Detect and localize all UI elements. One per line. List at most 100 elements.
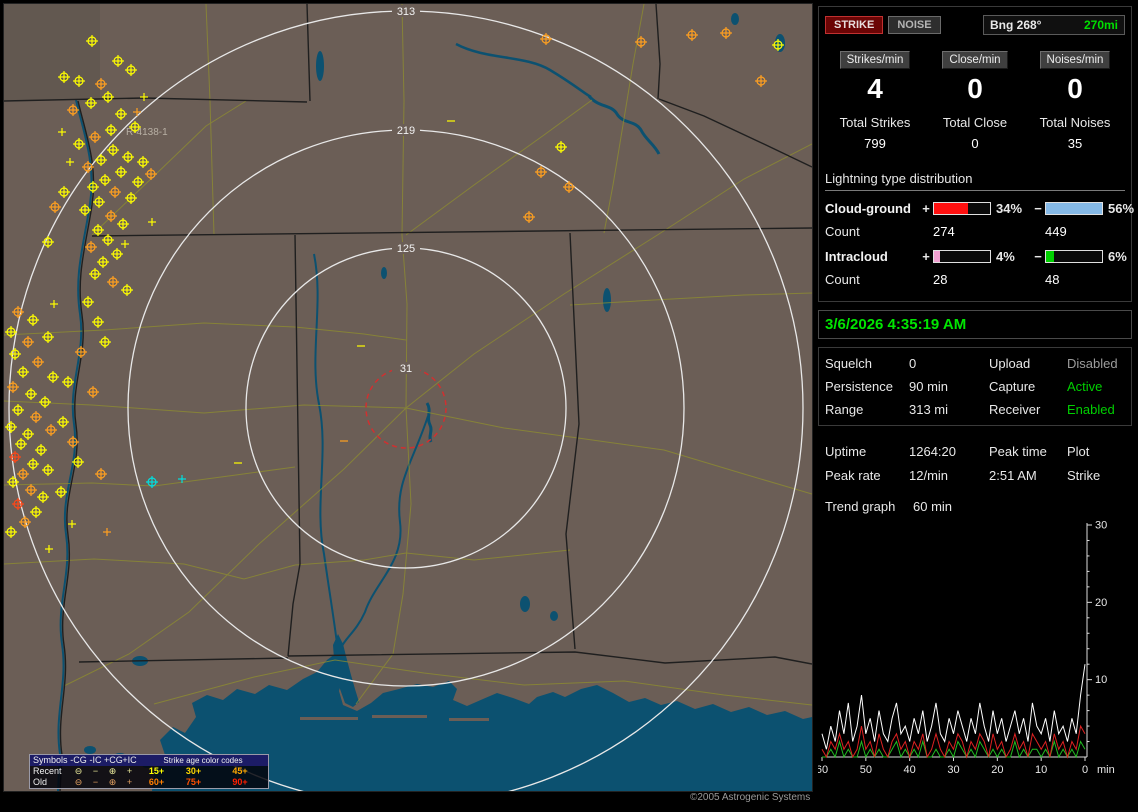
peak-time-value: 2:51 AM bbox=[989, 468, 1037, 483]
strikes-per-min-chip: Strikes/min bbox=[839, 51, 911, 69]
legend-col-pos-ic: +IC bbox=[122, 755, 137, 765]
legend-row-old: Old ⊖ − ⊕ + 60+ 75+ 90+ bbox=[30, 777, 268, 788]
capture-value: Active bbox=[1067, 379, 1103, 394]
intracloud-count-row: Count 28 48 bbox=[825, 272, 1125, 287]
svg-text:min: min bbox=[1097, 764, 1115, 776]
mode-row: STRIKE NOISE Bng 268° 270mi bbox=[825, 15, 1125, 35]
status-panel: Squelch 0 Upload Disabled Persistence 90… bbox=[818, 347, 1132, 426]
age-45: 45+ bbox=[232, 766, 248, 776]
ic-minus-bar bbox=[1045, 250, 1103, 263]
trend-graph: 10 20 30 60 50 40 30 20 10 0 min bbox=[818, 520, 1115, 776]
persistence-value: 90 min bbox=[909, 379, 949, 394]
intracloud-row: Intracloud + 4% − 6% bbox=[825, 249, 1127, 264]
svg-text:20: 20 bbox=[1095, 597, 1107, 609]
ic-minus-count: 48 bbox=[1045, 272, 1060, 287]
peak-rate-label: Peak rate bbox=[825, 468, 881, 483]
app-window: R-4138-1 313 219 125 31 Symbols -CG -IC +CG… bbox=[0, 0, 1138, 812]
upload-value: Disabled bbox=[1067, 356, 1118, 371]
upload-label: Upload bbox=[989, 356, 1031, 371]
ic-plus-bar bbox=[933, 250, 991, 263]
neg-ic-old-icon: − bbox=[92, 777, 99, 787]
pos-ic-old-icon: + bbox=[126, 777, 133, 787]
age-15: 15+ bbox=[148, 766, 165, 776]
strike-legend: Symbols -CG -IC +CG +IC Strike age color… bbox=[29, 754, 269, 789]
age-60: 60+ bbox=[148, 777, 165, 787]
svg-text:60: 60 bbox=[818, 764, 828, 776]
map-canvas[interactable]: R-4138-1 313 219 125 31 bbox=[4, 4, 812, 791]
total-close-value: 0 bbox=[971, 136, 979, 151]
legend-header: Symbols -CG -IC +CG +IC Strike age color… bbox=[30, 755, 268, 766]
totals-row: Total Strikes 799 Total Close 0 Total No… bbox=[825, 115, 1125, 151]
ic-plus-pct: 4% bbox=[996, 249, 1015, 264]
bearing-label: Bng 268° bbox=[990, 18, 1042, 32]
ic-plus-count: 28 bbox=[933, 272, 948, 287]
legend-col-neg-ic: -IC bbox=[89, 755, 102, 765]
uptime-panel: Uptime 1264:20 Peak time Plot Peak rate … bbox=[818, 444, 1132, 483]
legend-row-recent: Recent ⊖ − ⊕ + 15+ 30+ 45+ bbox=[30, 766, 268, 777]
svg-text:10: 10 bbox=[1095, 674, 1107, 686]
sidebar: STRIKE NOISE Bng 268° 270mi Strikes/min … bbox=[818, 6, 1134, 790]
map[interactable]: R-4138-1 313 219 125 31 Symbols -CG -IC +CG… bbox=[3, 3, 813, 792]
svg-text:10: 10 bbox=[1035, 764, 1047, 776]
svg-text:30: 30 bbox=[947, 764, 959, 776]
legend-old-label: Old bbox=[33, 777, 48, 787]
age-75: 75+ bbox=[185, 777, 202, 787]
range-label: Range bbox=[825, 402, 864, 417]
squelch-label: Squelch bbox=[825, 356, 872, 371]
map-area-label: R-4138-1 bbox=[126, 127, 168, 138]
total-noises-value: 35 bbox=[1067, 136, 1083, 151]
count-label: Count bbox=[825, 224, 860, 239]
range-value: 313 mi bbox=[909, 402, 949, 417]
age-30: 30+ bbox=[185, 766, 202, 776]
legend-col-neg-cg: -CG bbox=[70, 755, 87, 765]
squelch-value: 0 bbox=[909, 356, 917, 371]
legend-symbols-label: Symbols bbox=[33, 755, 68, 765]
total-strikes-label: Total Strikes bbox=[839, 115, 911, 130]
peak-time-label: Peak time bbox=[989, 444, 1047, 459]
strike-button[interactable]: STRIKE bbox=[825, 16, 884, 34]
count-label: Count bbox=[825, 272, 860, 287]
trend-graph-label: Trend graph bbox=[825, 499, 896, 514]
strikes-per-min: Strikes/min 4 bbox=[839, 51, 911, 105]
close-per-min: Close/min 0 bbox=[942, 51, 1008, 105]
ic-minus-pct: 6% bbox=[1108, 249, 1127, 264]
neg-ic-recent-icon: − bbox=[92, 766, 99, 776]
noises-per-min-value: 0 bbox=[1067, 73, 1083, 104]
minus-sign: − bbox=[1034, 201, 1042, 216]
peak-rate-value: 12/min bbox=[909, 468, 949, 483]
trend-header: Trend graph 60 min bbox=[818, 499, 1132, 514]
close-per-min-chip: Close/min bbox=[942, 51, 1008, 69]
cg-plus-count: 274 bbox=[933, 224, 955, 239]
datetime: 3/6/2026 4:35:19 AM bbox=[825, 316, 967, 333]
plus-sign: + bbox=[922, 201, 930, 216]
cloud-ground-count-row: Count 274 449 bbox=[825, 224, 1125, 239]
svg-text:20: 20 bbox=[991, 764, 1003, 776]
svg-text:125: 125 bbox=[397, 243, 415, 255]
plus-sign: + bbox=[922, 249, 930, 264]
datetime-panel: 3/6/2026 4:35:19 AM bbox=[818, 310, 1132, 339]
svg-text:0: 0 bbox=[1082, 764, 1088, 776]
bearing-range: 270mi bbox=[1083, 18, 1118, 32]
receiver-label: Receiver bbox=[989, 402, 1041, 417]
close-per-min-value: 0 bbox=[967, 73, 983, 104]
pos-ic-recent-icon: + bbox=[126, 766, 133, 776]
minus-sign: − bbox=[1034, 249, 1042, 264]
noise-button[interactable]: NOISE bbox=[888, 16, 941, 34]
neg-cg-recent-icon: ⊖ bbox=[74, 766, 83, 776]
legend-age-title: Strike age color codes bbox=[163, 756, 243, 765]
total-noises: Total Noises 35 bbox=[1025, 115, 1125, 151]
plot-value: Strike bbox=[1067, 468, 1101, 483]
intracloud-label: Intracloud bbox=[825, 249, 888, 264]
cloud-ground-row: Cloud-ground + 34% − 56% bbox=[825, 201, 1134, 216]
svg-text:30: 30 bbox=[1095, 520, 1107, 532]
total-noises-label: Total Noises bbox=[1039, 115, 1111, 130]
cg-plus-pct: 34% bbox=[996, 201, 1023, 216]
svg-text:50: 50 bbox=[860, 764, 872, 776]
cg-minus-count: 449 bbox=[1045, 224, 1067, 239]
cloud-ground-label: Cloud-ground bbox=[825, 201, 911, 216]
capture-label: Capture bbox=[989, 379, 1036, 394]
copyright: ©2005 Astrogenic Systems bbox=[690, 792, 811, 803]
strikes-per-min-value: 4 bbox=[867, 73, 883, 104]
bearing-display: Bng 268° 270mi bbox=[983, 15, 1125, 35]
svg-text:31: 31 bbox=[400, 363, 412, 375]
